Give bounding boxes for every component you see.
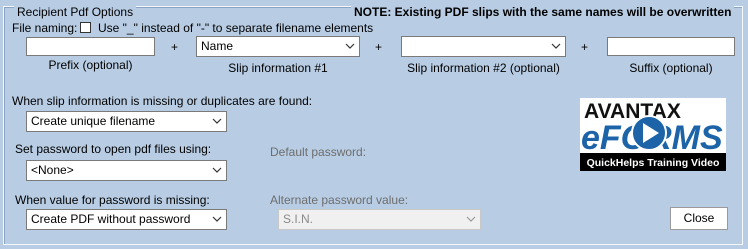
missing-info-value: Create unique filename bbox=[31, 114, 156, 128]
slip-info-1-select[interactable]: Name bbox=[196, 36, 360, 57]
password-source-value: <None> bbox=[31, 163, 74, 177]
password-source-label: Set password to open pdf files using: bbox=[15, 142, 212, 156]
overwrite-note: NOTE: Existing PDF slips with the same n… bbox=[351, 6, 735, 19]
alternate-password-value: S.I.N. bbox=[283, 212, 314, 226]
plus-sign-2: + bbox=[375, 40, 383, 54]
alternate-password-select: S.I.N. bbox=[278, 209, 481, 230]
missing-password-value: Create PDF without password bbox=[31, 212, 191, 226]
prefix-caption: Prefix (optional) bbox=[48, 58, 133, 72]
avantax-eforms-logo-icon: AVANTAX eFORMS QuickHelps Training Video bbox=[580, 100, 726, 171]
plus-sign-3: + bbox=[581, 40, 589, 54]
missing-password-label: When value for password is missing: bbox=[15, 193, 210, 207]
slip-info-2-caption: Slip information #2 (optional) bbox=[407, 61, 560, 75]
suffix-input[interactable] bbox=[607, 37, 735, 56]
chevron-down-icon bbox=[212, 118, 222, 124]
password-source-select[interactable]: <None> bbox=[26, 160, 227, 181]
suffix-caption: Suffix (optional) bbox=[629, 61, 713, 75]
plus-sign-1: + bbox=[171, 40, 179, 54]
slip-info-1-caption: Slip information #1 bbox=[228, 61, 328, 75]
default-password-label: Default password: bbox=[270, 145, 367, 159]
chevron-down-icon bbox=[551, 43, 561, 49]
slip-info-1-value: Name bbox=[201, 39, 234, 53]
default-password-input bbox=[270, 160, 480, 180]
chevron-down-icon bbox=[212, 216, 222, 222]
alternate-password-label: Alternate password value: bbox=[270, 193, 409, 207]
logo-caption: QuickHelps Training Video bbox=[587, 157, 720, 169]
slip-info-2-select[interactable] bbox=[401, 36, 566, 57]
prefix-input[interactable] bbox=[26, 37, 155, 56]
underscore-separator-label[interactable]: Use "_" instead of "-" to separate filen… bbox=[98, 21, 373, 35]
chevron-down-icon bbox=[345, 43, 355, 49]
quickhelps-video-logo[interactable]: AVANTAX eFORMS QuickHelps Training Video bbox=[580, 98, 726, 171]
missing-password-select[interactable]: Create PDF without password bbox=[26, 209, 227, 230]
file-naming-label: File naming: bbox=[12, 21, 78, 35]
missing-info-select[interactable]: Create unique filename bbox=[26, 111, 227, 132]
close-button[interactable]: Close bbox=[670, 207, 728, 230]
chevron-down-icon bbox=[466, 216, 476, 222]
underscore-separator-checkbox[interactable] bbox=[80, 22, 91, 33]
chevron-down-icon bbox=[212, 167, 222, 173]
missing-info-label: When slip information is missing or dupl… bbox=[12, 94, 313, 108]
group-title: Recipient Pdf Options bbox=[14, 6, 137, 19]
